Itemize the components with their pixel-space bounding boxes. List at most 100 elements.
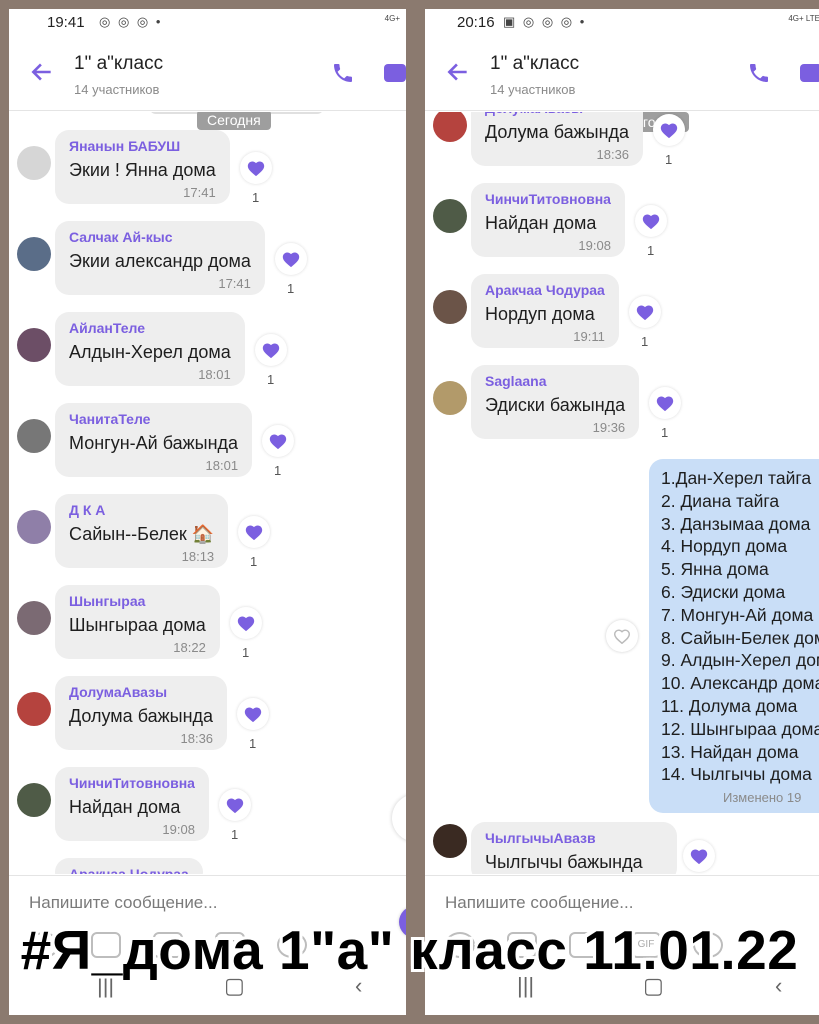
- list-item: 13. Найдан дома: [661, 741, 799, 762]
- like-heart-icon[interactable]: [649, 387, 681, 419]
- message-text: Эдиски бажында: [485, 395, 626, 415]
- message-time: 18:36: [180, 731, 214, 746]
- message-text: Экии александр дома: [69, 251, 251, 271]
- message-time: 18:13: [181, 549, 215, 564]
- like-count: 1: [250, 554, 258, 569]
- like-count: 1: [249, 736, 257, 751]
- outgoing-message[interactable]: 1.Дан-Херел тайга 2. Диана тайга 3. Данзым…: [649, 459, 819, 814]
- sender-name[interactable]: ДолумаАвазы: [69, 684, 213, 700]
- notification-icons: ▣ ◎ ◎ ◎ •: [503, 14, 587, 29]
- message-input[interactable]: Напишите сообщение...: [29, 893, 217, 913]
- sender-name[interactable]: Салчак Ай-кыс: [69, 229, 251, 245]
- avatar[interactable]: [17, 146, 51, 180]
- avatar[interactable]: [17, 237, 51, 271]
- like-heart-icon[interactable]: [238, 516, 270, 548]
- avatar[interactable]: [17, 419, 51, 453]
- like-heart-icon[interactable]: [653, 114, 685, 146]
- message-time: 18:01: [205, 458, 239, 473]
- message-bubble[interactable]: Салчак Ай-кыс Экии александр дома 17:41: [55, 221, 265, 295]
- avatar[interactable]: [433, 199, 467, 233]
- sender-name[interactable]: ЧылгычыАвазв: [485, 830, 663, 846]
- status-bar: 19:41 ◎ ◎ ◎ • 4G+: [9, 9, 406, 39]
- back-arrow-icon[interactable]: [29, 59, 55, 85]
- message-bubble[interactable]: Аракчаа Чодураа: [55, 858, 203, 874]
- video-call-icon[interactable]: [382, 61, 406, 85]
- avatar[interactable]: [433, 824, 467, 858]
- phone-call-icon[interactable]: [747, 61, 771, 85]
- list-item: 11. Долума дома: [661, 695, 798, 716]
- avatar[interactable]: [17, 510, 51, 544]
- like-heart-icon[interactable]: [237, 698, 269, 730]
- sender-name[interactable]: ЧинчиТитовновна: [69, 775, 195, 791]
- message-text: Чылгычы бажында: [485, 852, 643, 872]
- sender-name[interactable]: Д К А: [69, 502, 214, 518]
- network-indicator: 4G+ LTE: [788, 14, 819, 23]
- message-text: Долума бажында: [69, 706, 214, 726]
- message-bubble[interactable]: Аракчаа Чодураа Нордуп дома 19:11: [471, 274, 619, 348]
- like-heart-icon[interactable]: [275, 243, 307, 275]
- like-count: 1: [641, 334, 649, 349]
- like-heart-icon[interactable]: [255, 334, 287, 366]
- like-count: 1: [661, 425, 669, 440]
- sender-name[interactable]: АйланТеле: [69, 320, 231, 336]
- like-heart-icon[interactable]: [230, 607, 262, 639]
- message-time: 19:08: [578, 238, 611, 253]
- message-text: Найдан дома: [485, 213, 597, 233]
- chat-title[interactable]: 1" а"класс: [490, 53, 579, 75]
- message-bubble[interactable]: ЧинчиТитовновна Найдан дома 19:08: [55, 767, 209, 841]
- message-input[interactable]: Напишите сообщение...: [445, 893, 633, 913]
- avatar[interactable]: [17, 328, 51, 362]
- message-time: 17:41: [183, 185, 216, 200]
- like-heart-icon[interactable]: [240, 152, 272, 184]
- message-bubble[interactable]: АйланТеле Алдын-Херел дома 18:01: [55, 312, 245, 386]
- like-heart-icon[interactable]: [635, 205, 667, 237]
- chat-title[interactable]: 1" а"класс: [74, 53, 163, 75]
- message-time: 19:36: [592, 420, 626, 435]
- sender-name[interactable]: ЧанитаТеле: [69, 411, 238, 427]
- list-item: 9. Алдын-Херел дома: [661, 650, 819, 671]
- message-text: Найдан дома: [69, 797, 181, 817]
- like-heart-icon[interactable]: [629, 296, 661, 328]
- sender-name[interactable]: Янанын БАБУШ: [69, 138, 216, 154]
- avatar[interactable]: [433, 112, 467, 142]
- list-item: 2. Диана тайга: [661, 490, 780, 511]
- message-list[interactable]: 1.Дан-Херел тайга 2. Диана тайга 3. Данзым…: [425, 112, 819, 874]
- sender-name[interactable]: ДолумаАвазы: [485, 112, 629, 116]
- message-bubble[interactable]: ЧылгычыАвазв Чылгычы бажында: [471, 822, 677, 874]
- sender-name[interactable]: Аракчаа Чодураа: [69, 866, 189, 874]
- message-bubble[interactable]: ДолумаАвазы Долума бажында 18:36: [471, 112, 644, 166]
- message-bubble[interactable]: Saglaana Эдиски бажында 19:36: [471, 365, 640, 439]
- like-heart-icon[interactable]: [262, 425, 294, 457]
- avatar[interactable]: [433, 290, 467, 324]
- sender-name[interactable]: Saglaana: [485, 373, 625, 389]
- like-outline-icon[interactable]: [606, 620, 638, 652]
- avatar[interactable]: [17, 692, 51, 726]
- participants-count: 14 участников: [490, 82, 576, 97]
- avatar[interactable]: [17, 601, 51, 635]
- message-text: Сайын--Белек 🏠: [69, 524, 215, 544]
- right-screenshot: 20:16 ▣ ◎ ◎ ◎ • 4G+ LTE 1" а"класс 14 уч…: [425, 9, 819, 1015]
- message-text: Монгун-Ай бажында: [69, 433, 239, 453]
- avatar[interactable]: [433, 381, 467, 415]
- back-arrow-icon[interactable]: [445, 59, 471, 85]
- message-bubble[interactable]: Д К А Сайын--Белек 🏠 18:13: [55, 494, 229, 568]
- sender-name[interactable]: Аракчаа Чодураа: [485, 282, 605, 298]
- phone-call-icon[interactable]: [331, 61, 355, 85]
- message-time: 18:01: [198, 367, 231, 382]
- sender-name[interactable]: Шынгыраа: [69, 593, 206, 609]
- message-bubble[interactable]: ЧинчиТитовновна Найдан дома 19:08: [471, 183, 625, 257]
- sender-name[interactable]: ЧинчиТитовновна: [485, 191, 611, 207]
- notification-icons: ◎ ◎ ◎ •: [99, 14, 163, 29]
- message-bubble[interactable]: ДолумаАвазы Долума бажында 18:36: [55, 676, 228, 750]
- like-heart-icon[interactable]: [219, 789, 251, 821]
- like-heart-icon[interactable]: [683, 840, 715, 872]
- message-bubble[interactable]: ЧанитаТеле Монгун-Ай бажында 18:01: [55, 403, 253, 477]
- left-screenshot: 19:41 ◎ ◎ ◎ • 4G+ 1" а"класс 14 участник…: [9, 9, 406, 1015]
- message-list[interactable]: Сегодня Янанын БАБУШ Экии ! Янна дома 17:4…: [9, 112, 406, 874]
- message-bubble[interactable]: Янанын БАБУШ Экии ! Янна дома 17:41: [55, 130, 230, 204]
- video-call-icon[interactable]: [798, 61, 819, 85]
- avatar[interactable]: [17, 783, 51, 817]
- chat-header: 1" а"класс 14 участников: [425, 39, 819, 111]
- like-count: 1: [665, 152, 673, 167]
- message-bubble[interactable]: Шынгыраа Шынгыраа дома 18:22: [55, 585, 220, 659]
